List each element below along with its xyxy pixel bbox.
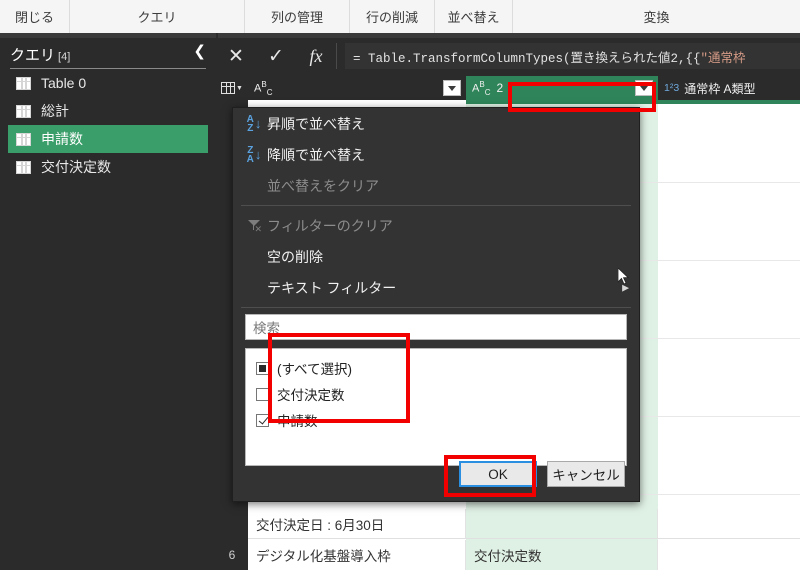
type-badge-text-icon: ABC [472, 80, 490, 97]
query-item-label: 交付決定数 [41, 157, 111, 177]
query-item-applications[interactable]: 申請数 [8, 125, 208, 153]
query-item-label: 申請数 [41, 129, 83, 149]
queries-pane: クエリ[4] ❮ Table 0 総計 申請数 交付決定数 [0, 38, 216, 553]
sort-descending-icon: ZA↓ [241, 146, 267, 164]
checkbox-partial-icon[interactable] [256, 362, 269, 375]
grid-column-header-3-label: 通常枠 A類型 [684, 80, 755, 97]
queries-pane-header: クエリ[4] ❮ [10, 42, 206, 69]
check-icon[interactable]: ✓ [256, 38, 296, 74]
menu-divider [241, 307, 631, 308]
checkbox-checked-icon[interactable] [256, 414, 269, 427]
queries-count: [4] [58, 51, 70, 63]
filter-item-applications[interactable]: 申請数 [246, 407, 626, 433]
menu-item-clear-filter: ✕ フィルターのクリア [233, 210, 639, 241]
search-placeholder-text: 検索 [253, 317, 280, 337]
formula-text-string: "通常枠 [701, 47, 746, 66]
row-cell-column-1[interactable]: 交付決定日 : 6月30日 [248, 509, 466, 539]
formula-input[interactable]: = Table.TransformColumnTypes(置き換えられた値2,{… [345, 43, 800, 69]
menu-divider [241, 205, 631, 206]
ribbon-group-transform[interactable]: 変換 [513, 0, 800, 33]
grid-body-column-3 [658, 100, 800, 553]
column-filter-dropdown-1[interactable] [443, 80, 461, 96]
checkbox-unchecked-icon[interactable] [256, 388, 269, 401]
menu-item-sort-ascending[interactable]: AZ↓ 昇順で並べ替え [233, 108, 639, 139]
row-cell-column-2[interactable] [466, 509, 658, 539]
table-icon [16, 105, 31, 118]
query-item-total[interactable]: 総計 [8, 97, 208, 125]
ribbon-tabs-bar: 閉じる クエリ 列の管理 行の削減 並べ替え 変換 [0, 0, 800, 33]
ribbon-group-close[interactable]: 閉じる [0, 0, 70, 33]
menu-item-clear-sort: 並べ替えをクリア [233, 170, 639, 201]
filter-item-label: (すべて選択) [277, 358, 352, 378]
chevron-left-icon[interactable]: ❮ [193, 42, 206, 62]
menu-item-label: テキスト フィルター [267, 278, 396, 298]
row-cell-column-2[interactable]: 交付決定数 [466, 540, 658, 570]
dialog-button-row: OK キャンセル [233, 447, 639, 501]
ribbon-group-manage-columns[interactable]: 列の管理 [245, 0, 350, 33]
grid-column-header-row: ▼ ABC ABC 2 1²3 通常枠 A類型 [216, 76, 800, 100]
column-filter-dropdown-2[interactable] [635, 80, 653, 96]
grid-column-header-1[interactable]: ABC [248, 76, 466, 100]
table-row[interactable]: 6 デジタル化基盤導入枠 交付決定数 [216, 540, 800, 570]
column-filter-dropdown-panel: AZ↓ 昇順で並べ替え ZA↓ 降順で並べ替え 並べ替えをクリア ✕ フィルター… [232, 107, 640, 502]
menu-item-text-filters[interactable]: テキスト フィルター ▶ [233, 272, 639, 303]
query-item-label: 総計 [41, 101, 69, 121]
grid-column-3-top-bar [658, 100, 800, 104]
filter-item-label: 交付決定数 [277, 384, 345, 404]
menu-item-label: 空の削除 [267, 247, 323, 267]
table-select-all-icon[interactable]: ▼ [216, 76, 248, 100]
ok-button[interactable]: OK [459, 461, 537, 487]
row-number: 6 [216, 540, 248, 570]
row-cell-column-3[interactable] [658, 509, 800, 539]
grid-column-header-2-label: 2 [496, 81, 503, 95]
query-item-grant-decisions[interactable]: 交付決定数 [8, 153, 208, 181]
filter-item-label: 申請数 [277, 410, 318, 430]
table-icon [16, 77, 31, 90]
table-row[interactable]: 交付決定日 : 6月30日 [216, 509, 800, 539]
ribbon-group-query[interactable]: クエリ [70, 0, 245, 33]
ribbon-group-sort[interactable]: 並べ替え [435, 0, 513, 33]
menu-item-label: フィルターのクリア [267, 216, 393, 236]
table-icon [16, 161, 31, 174]
row-number [216, 509, 248, 539]
type-badge-number-icon: 1²3 [664, 82, 679, 94]
menu-item-label: 昇順で並べ替え [267, 114, 365, 134]
query-item-label: Table 0 [41, 75, 86, 91]
search-input[interactable]: 検索 [245, 314, 627, 340]
formula-text-prefix: = Table.TransformColumnTypes(置き換えられた値2,{… [353, 47, 701, 66]
sort-ascending-icon: AZ↓ [241, 115, 267, 133]
menu-item-sort-descending[interactable]: ZA↓ 降順で並べ替え [233, 139, 639, 170]
menu-item-label: 並べ替えをクリア [267, 176, 379, 196]
queries-pane-title: クエリ[4] [10, 44, 70, 65]
filter-item-grant-decisions[interactable]: 交付決定数 [246, 381, 626, 407]
grid-column-header-2[interactable]: ABC 2 [466, 76, 658, 100]
type-badge-text-icon: ABC [254, 80, 272, 97]
row-cell-column-3[interactable] [658, 540, 800, 570]
query-item-table-0[interactable]: Table 0 [8, 69, 208, 97]
row-cell-column-1[interactable]: デジタル化基盤導入枠 [248, 540, 466, 570]
queries-title-text: クエリ [10, 47, 55, 64]
clear-filter-icon: ✕ [241, 219, 267, 232]
menu-item-label: 降順で並べ替え [267, 145, 365, 165]
formula-bar-divider [336, 43, 337, 69]
fx-icon[interactable]: fx [296, 38, 336, 74]
ribbon-group-reduce-rows[interactable]: 行の削減 [350, 0, 435, 33]
table-icon [16, 133, 31, 146]
menu-item-remove-empty[interactable]: 空の削除 [233, 241, 639, 272]
grid-column-header-3[interactable]: 1²3 通常枠 A類型 [658, 76, 800, 100]
close-icon[interactable]: ✕ [216, 38, 256, 74]
grid-column-2-selection-bar [466, 100, 658, 104]
formula-bar: ✕ ✓ fx = Table.TransformColumnTypes(置き換え… [216, 38, 800, 74]
filter-item-select-all[interactable]: (すべて選択) [246, 355, 626, 381]
cancel-button[interactable]: キャンセル [547, 461, 625, 487]
